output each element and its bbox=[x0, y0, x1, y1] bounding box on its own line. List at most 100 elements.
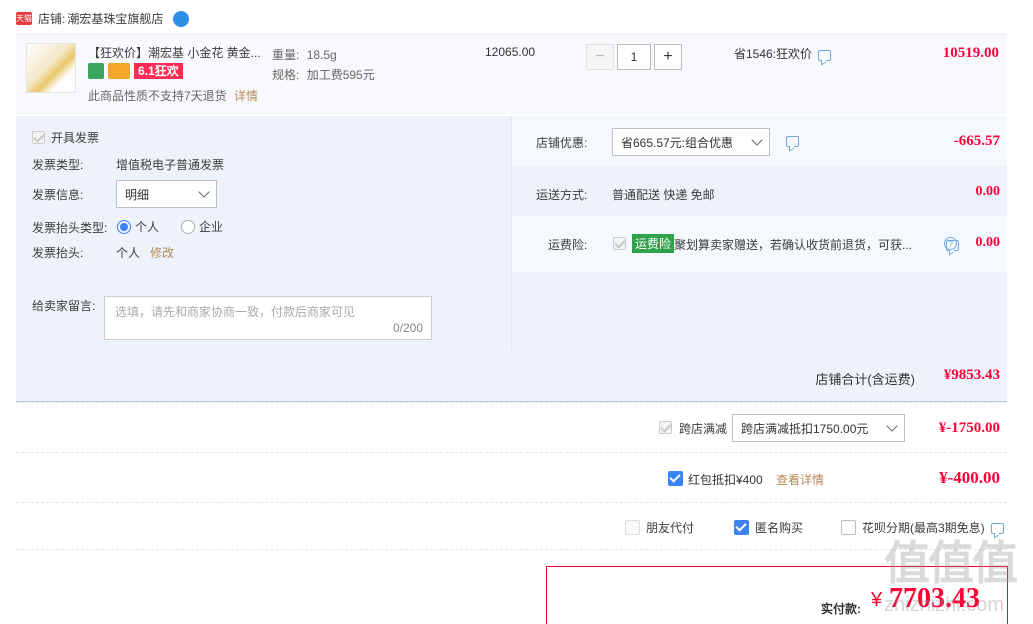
card-icon bbox=[108, 63, 130, 79]
radio-personal-label: 个人 bbox=[135, 220, 160, 234]
shop-header: 天猫 店铺: 潮宏基珠宝旗舰店 bbox=[16, 10, 190, 27]
store-discount-select[interactable]: 省665.57元:组合优惠 bbox=[612, 128, 770, 156]
radio-company-label: 企业 bbox=[199, 220, 224, 234]
shop-name-link[interactable]: 潮宏基珠宝旗舰店 bbox=[67, 10, 163, 27]
cross-store-amount: ¥-1750.00 bbox=[938, 420, 1000, 436]
invoice-type-value: 增值税电子普通发票 bbox=[116, 158, 225, 172]
invoice-header-type-label: 发票抬头类型: bbox=[32, 221, 108, 235]
spec-value: 加工费595元 bbox=[306, 68, 375, 82]
discount-text: 省1546:狂欢价 bbox=[734, 47, 813, 61]
actual-payment-currency: ¥ bbox=[871, 589, 883, 611]
store-discount-amount: -665.57 bbox=[953, 133, 1000, 149]
anonymous-label: 匿名购买 bbox=[755, 521, 804, 535]
insurance-help-icon[interactable]: ? bbox=[944, 237, 957, 250]
message-placeholder: 选填，请先和商家协商一致，付款后商家可见 bbox=[115, 305, 356, 319]
actual-payment-label: 实付款: bbox=[821, 602, 861, 616]
shop-label: 店铺: bbox=[38, 12, 66, 26]
store-discount-select-value: 省665.57元:组合优惠 bbox=[621, 135, 734, 150]
chevron-down-icon bbox=[198, 186, 210, 198]
insurance-amount: 0.00 bbox=[975, 235, 1001, 250]
anonymous-checkbox[interactable] bbox=[734, 520, 749, 535]
huabei-option[interactable]: 花呗分期(最高3期免息) bbox=[841, 519, 1004, 536]
radio-company-icon[interactable] bbox=[181, 219, 195, 234]
item-subtotal: 10519.00 bbox=[942, 45, 999, 61]
cross-store-select-value: 跨店满减抵扣1750.00元 bbox=[741, 421, 869, 436]
return-note: 此商品性质不支持7天退货 详情 bbox=[88, 87, 258, 104]
cross-store-row: 跨店满减 跨店满减抵扣1750.00元 ¥-1750.00 bbox=[16, 402, 1007, 452]
red-packet-detail-link[interactable]: 查看详情 bbox=[776, 471, 824, 488]
friend-pay-checkbox[interactable] bbox=[625, 520, 640, 535]
anonymous-option[interactable]: 匿名购买 bbox=[734, 519, 803, 536]
invoice-info-select-value: 明细 bbox=[125, 187, 150, 202]
discount-info-icon[interactable] bbox=[818, 50, 832, 61]
red-packet-amount: ¥-400.00 bbox=[939, 468, 1000, 487]
store-total-label: 店铺合计(含运费) bbox=[815, 372, 915, 387]
spec-label: 规格: bbox=[272, 68, 300, 82]
invoice-checkbox[interactable] bbox=[32, 131, 45, 144]
qty-input[interactable]: 1 bbox=[617, 44, 651, 70]
unit-price: 12065.00 bbox=[485, 45, 536, 59]
insurance-tag: 运费险 bbox=[632, 234, 675, 253]
invoice-info-label: 发票信息: bbox=[32, 188, 84, 202]
tmall-icon: 天猫 bbox=[16, 12, 32, 25]
invoice-header-value: 个人 bbox=[116, 246, 141, 260]
item-badges: 6.1狂欢 bbox=[88, 63, 183, 79]
cross-store-select[interactable]: 跨店满减抵扣1750.00元 bbox=[732, 414, 905, 442]
spec: 规格: 加工费595元 bbox=[272, 66, 375, 83]
red-packet-label: 红包抵扣¥400 bbox=[688, 473, 763, 487]
message-label: 给卖家留言: bbox=[32, 299, 96, 313]
insurance-row: 运费险: 运费险 聚划算卖家赠送，若确认收货前退货，可获... ? 0.00 bbox=[512, 216, 1007, 272]
quantity-stepper: − 1 + bbox=[586, 44, 682, 70]
red-packet-row: 红包抵扣¥400 查看详情 ¥-400.00 bbox=[16, 452, 1007, 502]
message-textarea[interactable]: 选填，请先和商家协商一致，付款后商家可见 0/200 bbox=[104, 296, 432, 340]
cross-store-label: 跨店满减 bbox=[679, 422, 728, 436]
weight-value: 18.5g bbox=[306, 48, 337, 62]
invoice-header-label: 发票抬头: bbox=[32, 246, 84, 260]
product-thumbnail[interactable] bbox=[26, 43, 76, 93]
cross-store-checkbox[interactable] bbox=[659, 421, 672, 434]
return-detail-link[interactable]: 详情 bbox=[234, 89, 258, 103]
invoice-toggle-label: 开具发票 bbox=[51, 131, 100, 145]
red-packet-checkbox[interactable] bbox=[668, 471, 683, 486]
item-row: 【狂欢价】潮宏基 小金花 黄金... 6.1狂欢 此商品性质不支持7天退货 详情… bbox=[16, 34, 1007, 114]
item-discount: 省1546:狂欢价 bbox=[734, 45, 832, 62]
shipping-label: 运送方式: bbox=[536, 188, 588, 202]
actual-payment-box: 实付款: ¥ 7703.43 bbox=[546, 566, 1008, 624]
guarantee-icon bbox=[88, 63, 104, 79]
radio-personal[interactable]: 个人 bbox=[117, 218, 159, 235]
insurance-desc: 聚划算卖家赠送，若确认收货前退货，可获... bbox=[674, 238, 913, 252]
promo-tag: 6.1狂欢 bbox=[134, 63, 183, 79]
friend-pay-label: 朋友代付 bbox=[646, 521, 695, 535]
store-total-row: 店铺合计(含运费) ¥9853.43 bbox=[16, 350, 1007, 402]
huabei-info-icon[interactable] bbox=[990, 523, 1004, 534]
weight-spec: 重量: 18.5g bbox=[272, 46, 337, 63]
store-discount-info-icon[interactable] bbox=[786, 136, 799, 147]
qty-minus-button[interactable]: − bbox=[586, 44, 614, 70]
invoice-header-edit-link[interactable]: 修改 bbox=[150, 244, 174, 261]
store-discount-row: 店铺优惠: 省665.57元:组合优惠 -665.57 bbox=[512, 116, 1007, 166]
chevron-down-icon bbox=[751, 134, 763, 146]
store-total-amount: ¥9853.43 bbox=[943, 367, 1000, 383]
chevron-down-icon bbox=[886, 420, 898, 432]
invoice-toggle[interactable]: 开具发票 bbox=[32, 129, 99, 146]
friend-pay-option[interactable]: 朋友代付 bbox=[625, 519, 694, 536]
weight-label: 重量: bbox=[272, 48, 300, 62]
shipping-value: 普通配送 快递 免邮 bbox=[612, 188, 715, 202]
insurance-checkbox[interactable] bbox=[613, 237, 626, 250]
store-discount-label: 店铺优惠: bbox=[536, 136, 588, 150]
insurance-label: 运费险: bbox=[548, 238, 588, 252]
actual-payment-amount: 7703.43 bbox=[889, 583, 980, 614]
radio-company[interactable]: 企业 bbox=[181, 218, 223, 235]
item-title-link[interactable]: 【狂欢价】潮宏基 小金花 黄金... bbox=[88, 44, 268, 61]
message-counter: 0/200 bbox=[392, 321, 423, 335]
pay-options-row: 朋友代付 匿名购买 花呗分期(最高3期免息) bbox=[16, 502, 1007, 550]
wangwang-chat-icon[interactable] bbox=[173, 10, 190, 27]
invoice-info-select[interactable]: 明细 bbox=[116, 180, 217, 208]
huabei-label: 花呗分期(最高3期免息) bbox=[862, 521, 985, 535]
return-note-text: 此商品性质不支持7天退货 bbox=[88, 89, 227, 103]
qty-plus-button[interactable]: + bbox=[654, 44, 682, 70]
radio-personal-icon[interactable] bbox=[117, 219, 131, 234]
shipping-row: 运送方式: 普通配送 快递 免邮 0.00 bbox=[512, 166, 1007, 216]
invoice-type-label: 发票类型: bbox=[32, 158, 84, 172]
huabei-checkbox[interactable] bbox=[841, 520, 856, 535]
